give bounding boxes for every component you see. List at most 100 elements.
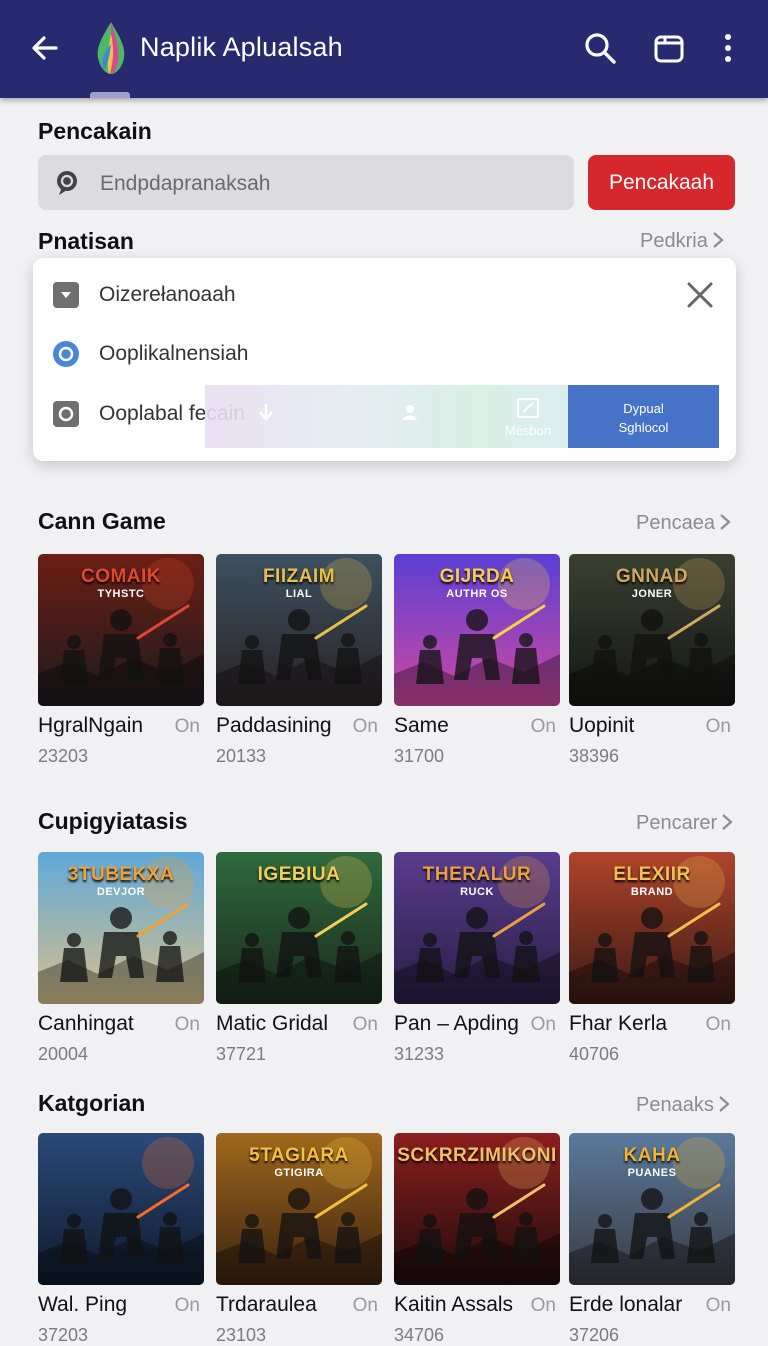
game-card[interactable]: 3TUBEKXA DEVJOR Canhingat On 20004	[38, 852, 204, 1064]
game-status: On	[705, 716, 731, 737]
game-status: On	[530, 1014, 556, 1035]
game-card[interactable]: FIIZAIM LIAL Paddasining On 20133	[216, 554, 382, 766]
app-title: Naplik Aplualsah	[140, 32, 343, 62]
section-more-link[interactable]: Pencarer	[636, 812, 733, 835]
game-card[interactable]: COMAIK TYHSTC HgralNgain On 23203	[38, 554, 204, 766]
filter-option[interactable]: Oizerełanoaah	[53, 280, 236, 310]
section-more-label: Pencarer	[636, 812, 718, 834]
section-more-link[interactable]: Penaaks	[636, 1094, 730, 1117]
game-title: Fhar Kerla	[569, 1012, 668, 1035]
game-count: 23203	[38, 746, 89, 766]
game-count: 34706	[394, 1325, 445, 1345]
game-count: 37721	[216, 1044, 267, 1064]
game-card[interactable]: THERALUR RUCK Pan – Apding On 31233	[394, 852, 560, 1064]
game-status: On	[705, 1295, 731, 1316]
game-count: 40706	[569, 1044, 620, 1064]
game-art-title: THERALUR	[422, 864, 532, 885]
game-count: 37203	[38, 1325, 89, 1345]
game-art-title: SCKRRZIMIKONI	[397, 1145, 557, 1166]
search-input[interactable]	[98, 155, 562, 212]
game-art-title: IGEBIUA	[257, 864, 341, 885]
game-count: 31700	[394, 746, 445, 766]
edit-icon	[517, 398, 539, 418]
game-art-subtitle: BRAND	[630, 886, 674, 898]
game-art-subtitle: GTIGIRA	[274, 1167, 324, 1179]
game-title: Same	[394, 714, 449, 737]
game-art-subtitle: DEVJOR	[96, 886, 146, 898]
strip-blue-button[interactable]: Dypual Sghlocol	[568, 385, 719, 448]
filter-more-label: Pedkria	[640, 230, 708, 252]
game-art-subtitle: PUANES	[627, 1167, 677, 1179]
filter-dropdown: Oizerełanoaah Ooplikalnensiah Ooplabal f…	[33, 258, 736, 461]
game-thumbnail[interactable]: GIJRDA AUTHR OS	[394, 554, 560, 706]
game-thumbnail[interactable]: 5TAGIARA GTIGIRA	[216, 1133, 382, 1285]
user-icon	[403, 405, 417, 420]
game-title: Erde lonalar	[569, 1293, 683, 1316]
game-art-subtitle: LIAL	[285, 588, 313, 600]
game-art-title: 3TUBEKXA	[67, 864, 175, 885]
game-art-subtitle: AUTHR OS	[446, 588, 508, 600]
game-thumbnail[interactable]: GNNAD JONER	[569, 554, 735, 706]
game-thumbnail[interactable]: THERALUR RUCK	[394, 852, 560, 1004]
filter-heading: Pnatisan	[38, 228, 134, 254]
game-thumbnail[interactable]: IGEBIUA	[216, 852, 382, 1004]
game-art-title: GIJRDA	[439, 566, 515, 587]
game-title: Kaitin Assals	[394, 1293, 514, 1316]
game-status: On	[174, 1014, 200, 1035]
game-thumbnail[interactable]: ELEXIIR BRAND	[569, 852, 735, 1004]
filter-option-label: Oizerełanoaah	[99, 283, 236, 306]
search-bar[interactable]	[38, 155, 574, 212]
game-status: On	[705, 1014, 731, 1035]
app-bar: Naplik Aplualsah	[0, 0, 768, 98]
game-art-title: KAHA	[623, 1145, 681, 1166]
game-thumbnail[interactable]	[38, 1133, 204, 1285]
game-card[interactable]: ELEXIIR BRAND Fhar Kerla On 40706	[569, 852, 735, 1064]
chevron-right-icon	[719, 1096, 730, 1112]
strip-blue-line1: Dypual	[623, 401, 664, 416]
game-art-subtitle: JONER	[631, 588, 673, 600]
section-more-label: Penaaks	[636, 1094, 714, 1116]
search-icon[interactable]	[580, 28, 620, 68]
game-thumbnail[interactable]: FIIZAIM LIAL	[216, 554, 382, 706]
search-bubble-icon	[57, 171, 77, 195]
game-title: Wal. Ping	[38, 1293, 128, 1316]
game-title: Matic Gridal	[216, 1012, 329, 1035]
game-card[interactable]: GNNAD JONER Uopinit On 38396	[569, 554, 735, 766]
radio-icon	[53, 341, 79, 367]
game-card[interactable]: GIJRDA AUTHR OS Same On 31700	[394, 554, 560, 766]
game-title: Trdaraulea	[216, 1293, 317, 1316]
radio-square-icon	[53, 401, 79, 427]
filter-more-link[interactable]: Pedkria	[640, 230, 724, 253]
section-more-link[interactable]: Pencaea	[636, 512, 731, 535]
game-art-subtitle: RUCK	[460, 886, 494, 898]
game-card[interactable]: IGEBIUA Matic Gridal On 37721	[216, 852, 382, 1064]
filter-option[interactable]: Ooplikalnensiah	[53, 339, 248, 369]
game-art-title: GNNAD	[615, 566, 689, 587]
search-button[interactable]: Pencakaah	[588, 155, 735, 210]
game-thumbnail[interactable]: COMAIK TYHSTC	[38, 554, 204, 706]
back-arrow-icon[interactable]	[26, 28, 66, 68]
game-status: On	[530, 1295, 556, 1316]
library-icon[interactable]	[649, 28, 689, 68]
search-heading: Pencakain	[38, 118, 152, 144]
arrow-down-icon	[259, 404, 273, 421]
chevron-right-icon	[720, 514, 731, 530]
app-logo-icon	[97, 22, 125, 74]
game-count: 20133	[216, 746, 267, 766]
game-art-title: COMAIK	[80, 566, 162, 587]
game-artwork	[38, 1133, 204, 1285]
game-card[interactable]: Wal. Ping On 37203	[38, 1133, 204, 1345]
game-thumbnail[interactable]: SCKRRZIMIKONI	[394, 1133, 560, 1285]
game-art-subtitle: TYHSTC	[97, 588, 145, 600]
game-thumbnail[interactable]: 3TUBEKXA DEVJOR	[38, 852, 204, 1004]
game-status: On	[174, 1295, 200, 1316]
game-card[interactable]: SCKRRZIMIKONI Kaitin Assals On 34706	[394, 1133, 560, 1345]
game-card[interactable]: 5TAGIARA GTIGIRA Trdaraulea On 23103	[216, 1133, 382, 1345]
close-icon[interactable]	[685, 280, 715, 310]
section-title: Cupigyiatasis	[38, 808, 188, 834]
more-vertical-icon[interactable]	[708, 28, 748, 68]
game-thumbnail[interactable]: KAHA PUANES	[569, 1133, 735, 1285]
section-more-label: Pencaea	[636, 512, 715, 534]
game-title: HgralNgain	[38, 714, 144, 737]
game-card[interactable]: KAHA PUANES Erde lonalar On 37206	[569, 1133, 735, 1345]
